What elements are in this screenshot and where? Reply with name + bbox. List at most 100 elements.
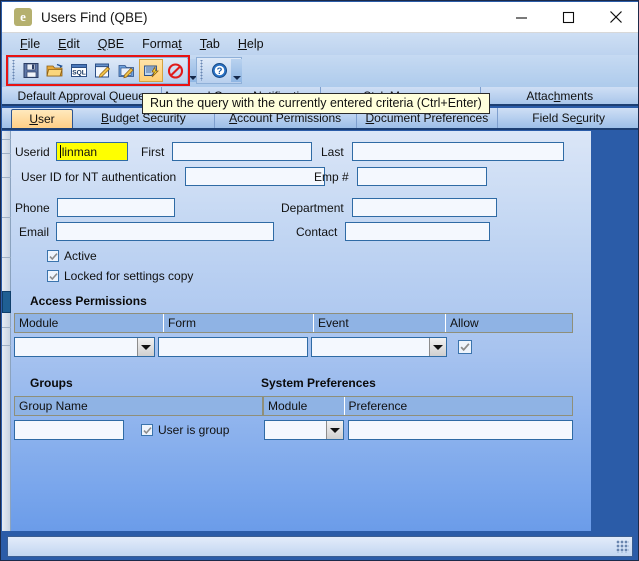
access-module-value	[15, 338, 137, 356]
window-controls	[498, 2, 639, 33]
column-header-form: Form	[164, 314, 314, 332]
menu-bar: File Edit QBE Format Tab Help	[2, 33, 639, 55]
user-is-group-row[interactable]: User is group	[141, 423, 229, 437]
app-icon: e	[14, 8, 32, 26]
menu-help[interactable]: Help	[229, 35, 273, 53]
locked-checkbox-row[interactable]: Locked for settings copy	[47, 269, 193, 283]
access-permissions-header: Module Form Event Allow	[14, 313, 573, 333]
column-header-sp-module: Module	[264, 397, 345, 415]
nt-auth-input[interactable]	[185, 167, 325, 186]
svg-text:SQL: SQL	[72, 69, 86, 76]
userid-row: Userid linman	[15, 142, 128, 161]
access-event-value	[312, 338, 429, 356]
maximize-button[interactable]	[545, 2, 592, 33]
edit-folder-button[interactable]	[115, 59, 139, 82]
active-label: Active	[64, 249, 97, 263]
access-permissions-heading: Access Permissions	[30, 294, 147, 308]
close-button[interactable]	[592, 2, 639, 33]
locked-checkbox[interactable]	[47, 270, 59, 282]
nt-auth-row: User ID for NT authentication	[21, 167, 325, 186]
active-checkbox-row[interactable]: Active	[47, 249, 97, 263]
groups-heading: Groups	[30, 376, 73, 390]
help-toolbar: ?	[196, 57, 242, 84]
user-is-group-checkbox[interactable]	[141, 424, 153, 436]
contact-input[interactable]	[345, 222, 490, 241]
first-row: First	[141, 142, 312, 161]
sp-preference-input[interactable]	[348, 420, 573, 440]
tab-field-security[interactable]: Field Security	[498, 108, 639, 128]
menu-tab[interactable]: Tab	[191, 35, 229, 53]
column-header-event: Event	[314, 314, 446, 332]
column-header-preference: Preference	[345, 397, 573, 415]
first-label: First	[141, 145, 164, 159]
outer-tab-attachments[interactable]: Attachments	[481, 87, 639, 104]
email-label: Email	[19, 225, 49, 239]
application-window: e Users Find (QBE) File Edit QBE Format …	[0, 0, 639, 561]
active-checkbox[interactable]	[47, 250, 59, 262]
chevron-down-icon[interactable]	[137, 338, 154, 356]
outer-tab-default-approval-queue[interactable]: Default Approval Queue	[2, 87, 162, 104]
edit-note-button[interactable]	[91, 59, 115, 82]
user-is-group-label: User is group	[158, 423, 229, 437]
toolbar-row: SQL	[2, 55, 639, 87]
vertical-scrollbar[interactable]	[2, 131, 11, 531]
menu-edit[interactable]: Edit	[49, 35, 89, 53]
chevron-down-icon[interactable]	[326, 421, 343, 439]
nt-auth-label: User ID for NT authentication	[21, 170, 176, 184]
email-input[interactable]	[56, 222, 274, 241]
groups-header: Group Name	[14, 396, 263, 416]
emp-num-row: Emp #	[314, 167, 487, 186]
tab-user[interactable]: User	[11, 109, 73, 128]
access-event-combo[interactable]	[311, 337, 447, 357]
system-preferences-heading: System Preferences	[261, 376, 376, 390]
window-title: Users Find (QBE)	[41, 10, 148, 25]
clear-criteria-button[interactable]	[163, 59, 187, 82]
department-row: Department	[281, 198, 497, 217]
phone-row: Phone	[15, 198, 175, 217]
status-bar	[7, 536, 633, 557]
access-form-input[interactable]	[158, 337, 308, 357]
main-toolbar: SQL	[8, 57, 188, 84]
help-toolbar-overflow-button[interactable]	[231, 59, 242, 82]
help-toolbar-grip-icon[interactable]	[199, 60, 206, 81]
column-header-group-name: Group Name	[15, 397, 262, 415]
svg-text:?: ?	[216, 66, 222, 77]
department-input[interactable]	[352, 198, 497, 217]
sp-module-combo[interactable]	[264, 420, 344, 440]
toolbar-grip-icon[interactable]	[11, 60, 18, 81]
save-button[interactable]	[19, 59, 43, 82]
chevron-down-icon[interactable]	[429, 338, 446, 356]
department-label: Department	[281, 201, 344, 215]
sp-module-value	[265, 421, 326, 439]
emp-num-label: Emp #	[314, 170, 349, 184]
contact-row: Contact	[296, 222, 490, 241]
menu-file[interactable]: File	[11, 35, 49, 53]
userid-label: Userid	[15, 145, 50, 159]
tooltip: Run the query with the currently entered…	[142, 93, 490, 114]
menu-format[interactable]: Format	[133, 35, 191, 53]
last-input[interactable]	[352, 142, 564, 161]
emp-num-input[interactable]	[357, 167, 487, 186]
open-folder-button[interactable]	[43, 59, 67, 82]
scrollbar-thumb[interactable]	[2, 291, 11, 313]
system-preferences-header: Module Preference	[263, 396, 573, 416]
column-header-module: Module	[15, 314, 164, 332]
locked-label: Locked for settings copy	[64, 269, 193, 283]
minimize-button[interactable]	[498, 2, 545, 33]
phone-label: Phone	[15, 201, 50, 215]
user-form-panel: Userid linman First Last User ID for NT …	[11, 131, 591, 531]
sql-query-button[interactable]: SQL	[67, 59, 91, 82]
first-input[interactable]	[172, 142, 312, 161]
access-module-combo[interactable]	[14, 337, 155, 357]
userid-input[interactable]: linman	[56, 142, 128, 161]
title-bar: e Users Find (QBE)	[2, 2, 639, 33]
access-allow-checkbox[interactable]	[458, 340, 472, 354]
phone-input[interactable]	[57, 198, 175, 217]
userid-value: linman	[62, 145, 97, 159]
run-query-button[interactable]	[139, 59, 163, 82]
group-name-input[interactable]	[14, 420, 124, 440]
resize-grip-icon[interactable]	[616, 540, 629, 553]
menu-qbe[interactable]: QBE	[89, 35, 133, 53]
column-header-allow: Allow	[446, 314, 572, 332]
help-button[interactable]: ?	[207, 59, 231, 82]
